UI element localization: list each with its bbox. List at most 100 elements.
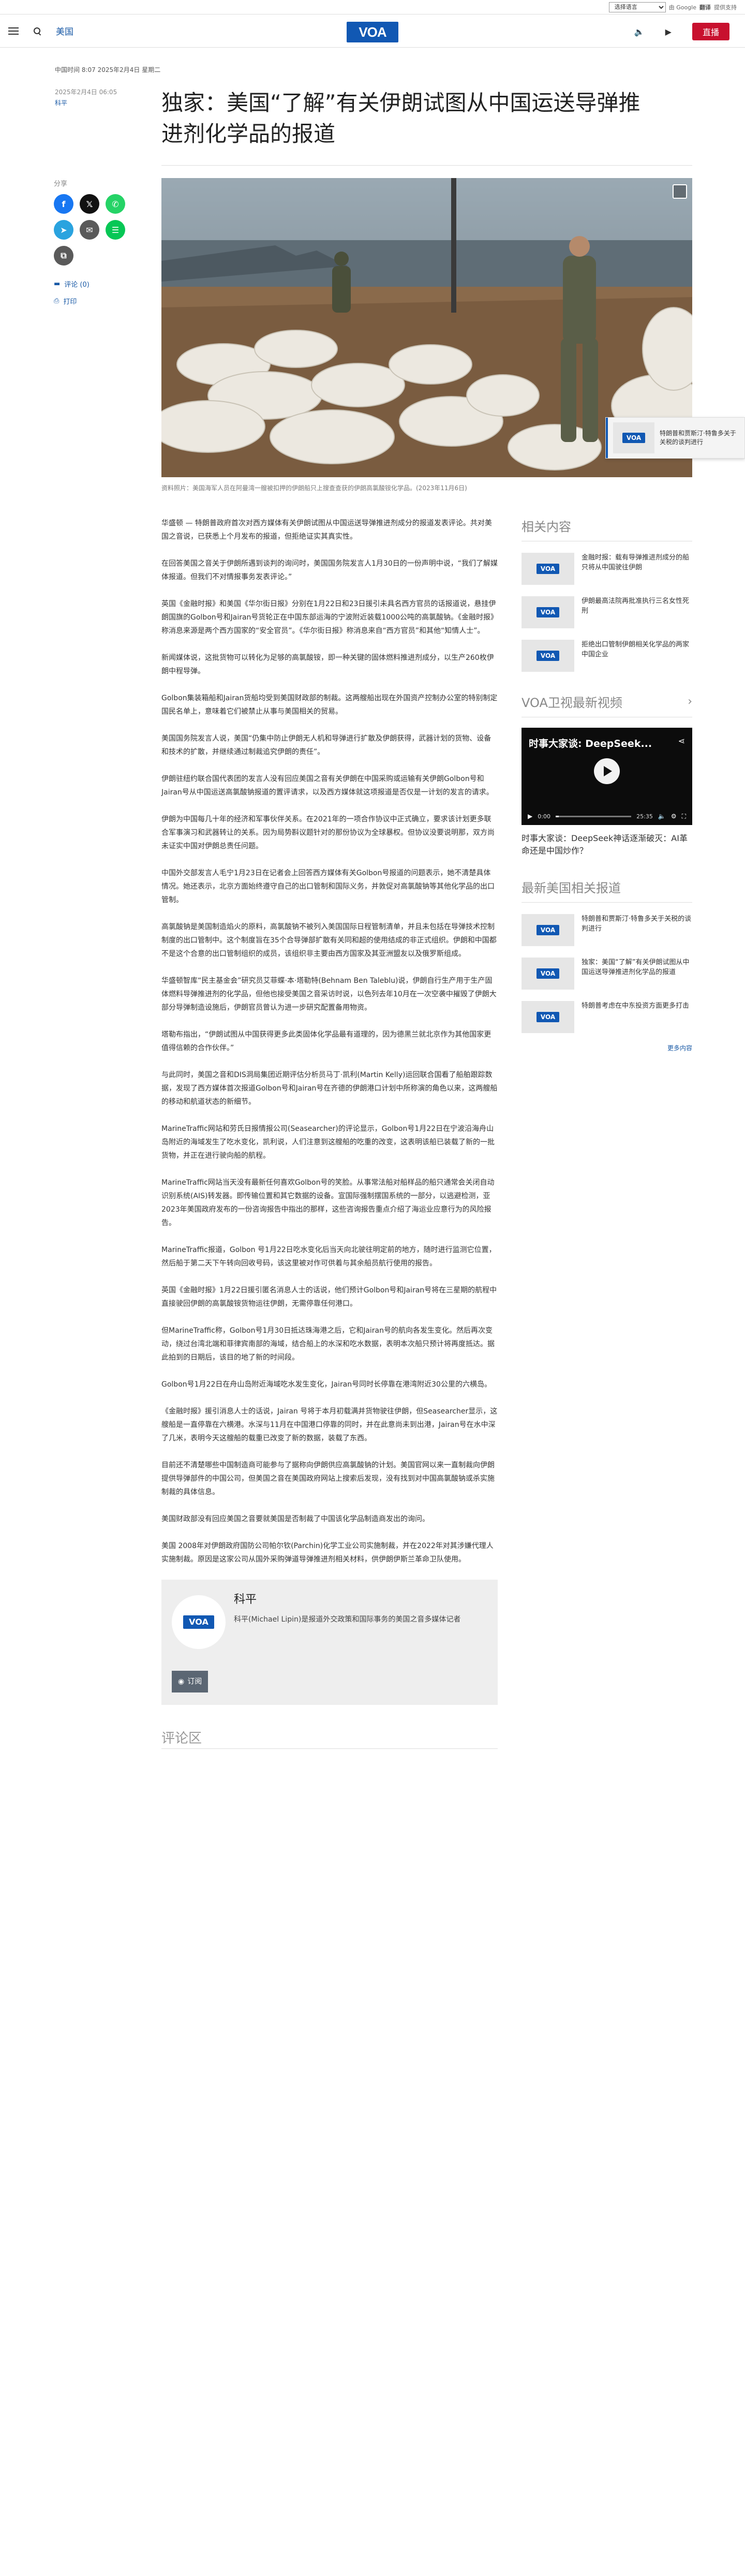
related-item-text: 伊朗最高法院再批准执行三名女性死刑: [582, 597, 690, 615]
article-paragraph: 但MarineTraffic称，Golbon号1月30日抵达珠海港之后，它和Ja…: [161, 1327, 495, 1362]
thumbnail: VOA: [522, 553, 574, 585]
email-share-button[interactable]: ✉: [80, 220, 99, 240]
email-share-icon: ✉: [86, 225, 93, 235]
share-icon[interactable]: ⋖: [678, 736, 685, 746]
voa-logo-small: VOA: [183, 1615, 214, 1629]
latest-item[interactable]: VOA 特朗普和贾斯汀·特鲁多关于关税的谈判进行: [522, 914, 692, 946]
related-item[interactable]: VOA 金融时报：载有导弹推进剂成分的船只将从中国驶往伊朗: [522, 553, 692, 585]
search-icon[interactable]: [33, 27, 41, 35]
video-player[interactable]: 时事大家谈: DeepSeek... ⋖ ▶ 0:00 25:35 🔈 ⚙ ⛶: [522, 728, 692, 825]
latest-block: 最新美国相关报道 VOA 特朗普和贾斯汀·特鲁多关于关税的谈判进行 VOA 独家：美国…: [522, 878, 692, 1052]
thumbnail: VOA: [522, 958, 574, 990]
fullscreen-icon[interactable]: ⛶: [682, 813, 686, 820]
share-buttons: f 𝕏 ✆ ➤ ✉ ☰ ⧉: [54, 194, 161, 266]
share-label: 分享: [54, 180, 68, 188]
article-paragraph: 华盛顿智库“民主基金会”研究员艾菲蝶·本·塔勒特(Behnam Ben Tale…: [161, 977, 497, 1012]
article-paragraph: MarineTraffic网站和劳氏日报情报公司(Seasearcher)的评论…: [161, 1125, 495, 1160]
article-paragraph: 美国国务院发言人说，美国“仍集中防止伊朗无人机和导弹进行扩散及伊朗获得，武器计划…: [161, 734, 491, 756]
video-progress-bar[interactable]: [555, 815, 632, 817]
audio-icon[interactable]: 🔈: [634, 27, 645, 37]
related-item[interactable]: VOA 拒绝出口管制伊朗相关化学品的两家中国企业: [522, 640, 692, 672]
voa-logo-thumb: VOA: [537, 607, 559, 617]
author-card: VOA 科平 科平(Michael Lipin)是报道外交政策和国际事务的美国之…: [161, 1580, 498, 1705]
author-card-name[interactable]: 科平: [234, 1593, 460, 1607]
comments-section-title: 评论区: [161, 1732, 498, 1749]
article-paragraph: 英国《金融时报》和美国《华尔街日报》分别在1月22日和23日援引未具名西方官员的…: [161, 600, 496, 635]
title-divider: [161, 165, 692, 166]
video-icon[interactable]: ▶: [665, 27, 672, 37]
x-share-icon: 𝕏: [86, 199, 93, 209]
related-list: VOA 金融时报：载有导弹推进剂成分的船只将从中国驶往伊朗 VOA 伊朗最高法院再批准…: [522, 553, 692, 672]
language-select[interactable]: 选择语言: [608, 2, 666, 12]
floating-thumb: VOA: [613, 422, 654, 453]
translate-bar: 选择语言 由 Google 翻译 提供支持: [0, 0, 745, 14]
google-translate-brand: 翻译: [699, 4, 711, 11]
section-link-us[interactable]: 美国: [56, 24, 73, 37]
latest-item-text: 独家：美国“了解”有关伊朗试图从中国运送导弹推进剂化学品的报道: [582, 959, 690, 976]
author-avatar: VOA: [172, 1595, 226, 1649]
video-caption[interactable]: 时事大家谈：DeepSeek神话逐渐破灭：AI革命还是中国炒作？: [522, 832, 692, 857]
voa-logo[interactable]: VOA: [347, 22, 398, 42]
video-overlay-title: 时事大家谈: DeepSeek...: [529, 738, 652, 749]
latest-title: 最新美国相关报道: [522, 878, 692, 903]
telegram-share-icon: ➤: [60, 225, 67, 235]
article-paragraph: Golbon号1月22日在舟山岛附近海域吃水发生变化，Jairan号同时长停靠在…: [161, 1380, 491, 1389]
article-paragraph: MarineTraffic网站当天没有最新任何喜欢Golbon号的笑脸。从事常法…: [161, 1179, 495, 1227]
article-title: 独家：美国“了解”有关伊朗试图从中国运送导弹推进剂化学品的报道: [161, 90, 640, 146]
rss-icon: ◉: [178, 1677, 185, 1686]
related-item-text: 拒绝出口管制伊朗相关化学品的两家中国企业: [582, 641, 690, 658]
article-paragraph: 《金融时报》援引消息人士的话说，Jairan 号将于本月初载满并货物驶往伊朗，但…: [161, 1407, 498, 1442]
play-icon[interactable]: [594, 758, 620, 784]
expand-image-icon[interactable]: [673, 184, 687, 199]
settings-icon[interactable]: ⚙: [671, 813, 677, 820]
latest-item[interactable]: VOA 独家：美国“了解”有关伊朗试图从中国运送导弹推进剂化学品的报道: [522, 958, 692, 990]
thumbnail: VOA: [522, 914, 574, 946]
related-item[interactable]: VOA 伊朗最高法院再批准执行三名女性死刑: [522, 596, 692, 628]
translate-suffix: 提供支持: [714, 4, 737, 11]
x-share-button[interactable]: 𝕏: [80, 194, 99, 214]
subscribe-label: 订阅: [187, 1677, 202, 1686]
facebook-share-button[interactable]: f: [54, 194, 73, 214]
video-controls: ▶ 0:00 25:35 🔈 ⚙ ⛶: [522, 807, 692, 825]
copy-link-icon: ⧉: [61, 251, 67, 260]
comments-link[interactable]: ▬ 评论 (0): [54, 279, 161, 289]
copy-link-button[interactable]: ⧉: [54, 246, 73, 266]
play-small-icon[interactable]: ▶: [528, 813, 532, 820]
article-lower: 华盛顿 — 特朗普政府首次对西方媒体有关伊朗试图从中国运送导弹推进剂成分的报道发…: [161, 517, 692, 1749]
article-text: 华盛顿 — 特朗普政府首次对西方媒体有关伊朗试图从中国运送导弹推进剂成分的报道发…: [161, 517, 498, 1749]
telegram-share-button[interactable]: ➤: [54, 220, 73, 240]
share-column: 分享 f 𝕏 ✆ ➤ ✉ ☰ ⧉ ▬ 评论 (0) ⎙ 打印: [52, 178, 161, 1749]
author-card-bio: 科平(Michael Lipin)是报道外交政策和国际事务的美国之音多媒体记者: [234, 1615, 461, 1624]
line-share-button[interactable]: ☰: [106, 220, 125, 240]
latest-item-text: 特朗普和贾斯汀·特鲁多关于关税的谈判进行: [582, 915, 692, 933]
video-duration: 25:35: [636, 813, 653, 820]
chevron-right-icon: ›: [688, 695, 692, 708]
article-paragraph: 伊朗为中国每几十年的经济和军事伙伴关系。在2021年的一项合作协议中正式确立，要…: [161, 815, 495, 850]
video-section-title[interactable]: VOA卫视最新视频 ›: [522, 693, 692, 717]
voa-logo-thumb: VOA: [622, 433, 645, 443]
latest-item[interactable]: VOA 特朗普考虑在中东投资方面更多打击: [522, 1001, 692, 1033]
thumbnail: VOA: [522, 640, 574, 672]
image-caption: 资料照片：美国海军人员在阿曼湾一艘被扣押的伊朗船只上搜查查获的伊朗高氯酸铵化学品…: [161, 484, 467, 492]
translate-powered-by: 由 Google: [668, 4, 696, 11]
article-paragraph: 美国财政部没有回应美国之音要就美国是否制裁了中国该化学品制造商发出的询问。: [161, 1515, 429, 1523]
menu-icon[interactable]: [8, 27, 19, 35]
related-block: 相关内容 VOA 金融时报：载有导弹推进剂成分的船只将从中国驶往伊朗 VOA 伊朗最高…: [522, 517, 692, 672]
author-link[interactable]: 科平: [55, 98, 161, 107]
article-paragraph: 与此同时，美国之音和DIS洞局集团近期评估分析员马丁·凯利(Martin Kel…: [161, 1071, 498, 1106]
whatsapp-share-button[interactable]: ✆: [106, 194, 125, 214]
facebook-share-icon: f: [62, 199, 66, 209]
article-body-row: 分享 f 𝕏 ✆ ➤ ✉ ☰ ⧉ ▬ 评论 (0) ⎙ 打印 资料照片：美国海军…: [52, 178, 693, 1749]
article-paragraph: 塔勒布指出，“伊朗试图从中国获得更多此类固体化学品最有道理的，因为德黑兰就北京作…: [161, 1031, 491, 1052]
article-paragraph: 目前还不清楚哪些中国制造商可能参与了据称向伊朗供应高氯酸钠的计划。美国官网以来一…: [161, 1461, 495, 1496]
article-paragraph: Golbon集装箱船和Jairan货船均受到美国财政部的制裁。这两艘船出现在外国…: [161, 694, 498, 716]
live-button[interactable]: 直播: [692, 23, 729, 40]
print-link[interactable]: ⎙ 打印: [54, 296, 161, 306]
volume-icon[interactable]: 🔈: [658, 813, 666, 820]
floating-related-card[interactable]: VOA 特朗普和贾斯汀·特鲁多关于关税的谈判进行: [605, 417, 745, 459]
article-paragraph: 伊朗驻纽约联合国代表团的发言人没有回应美国之音有关伊朗在中国采购或运输有关伊朗G…: [161, 775, 494, 797]
article-paragraph: 中国外交部发言人毛宁1月23日在记者会上回答西方媒体有关Golbon号报道的问题…: [161, 869, 495, 904]
more-content-link[interactable]: 更多内容: [522, 1043, 692, 1052]
subscribe-button[interactable]: ◉ 订阅: [172, 1671, 208, 1692]
comment-icon: ▬: [54, 280, 61, 288]
